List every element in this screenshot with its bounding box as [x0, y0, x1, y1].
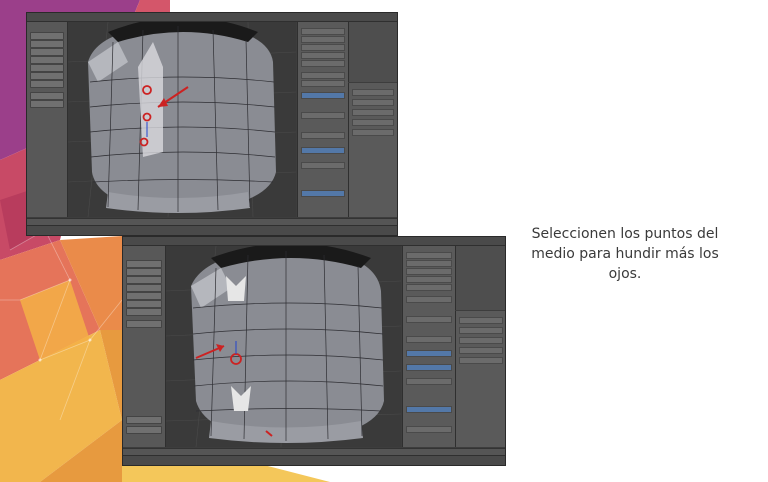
object-properties: [348, 83, 397, 217]
3d-viewport[interactable]: [68, 22, 296, 217]
outliner-panel: [348, 22, 397, 82]
menu-bar: [123, 237, 505, 246]
status-bar: [123, 455, 505, 465]
status-bar: [27, 225, 397, 235]
blender-screenshot-1: [26, 12, 398, 236]
outliner-panel: [455, 246, 505, 310]
tool-shelf: [27, 22, 68, 217]
tool-shelf: [123, 246, 166, 447]
object-properties: [455, 311, 505, 447]
blender-screenshot-2: [122, 236, 506, 466]
properties-panel: [297, 22, 348, 217]
slide-caption: Seleccionen los puntos del medio para hu…: [531, 226, 719, 282]
properties-panel: [402, 246, 455, 447]
menu-bar: [27, 13, 397, 22]
3d-viewport[interactable]: [166, 246, 401, 447]
